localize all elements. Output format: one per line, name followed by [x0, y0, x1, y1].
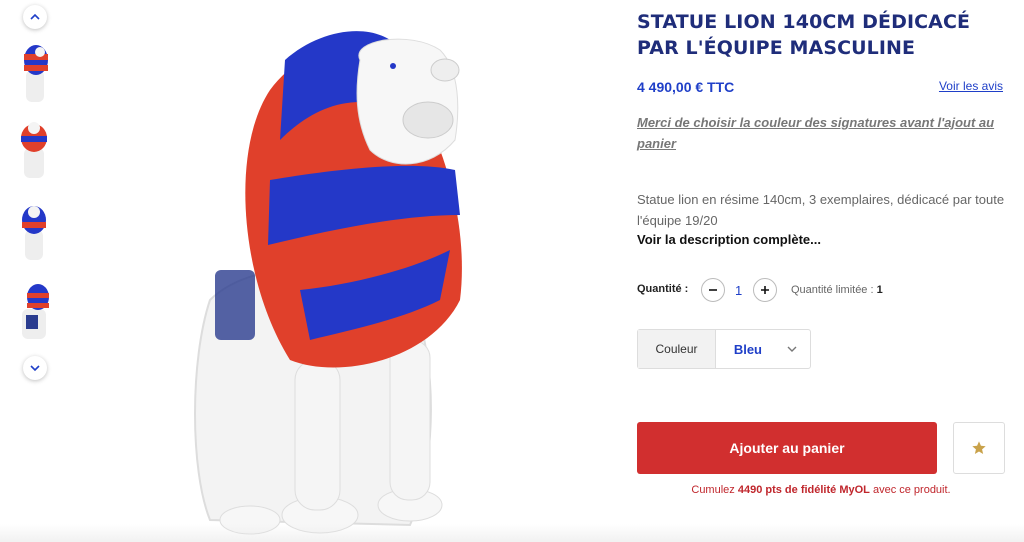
- full-description-link[interactable]: Voir la description complète...: [637, 232, 821, 247]
- quantity-increase-button[interactable]: [753, 278, 777, 302]
- product-title-line1: STATUE LION 140CM DÉDICACÉ: [637, 11, 971, 33]
- thumbnail-3[interactable]: [8, 196, 60, 266]
- quantity-value[interactable]: 1: [735, 283, 742, 298]
- chevron-down-icon: [30, 365, 40, 372]
- thumbnail-1[interactable]: [8, 38, 60, 108]
- plus-icon: [761, 286, 769, 294]
- thumbnail-2[interactable]: [8, 114, 60, 184]
- color-select-label: Couleur: [638, 330, 716, 368]
- quantity-limit-label: Quantité limitée :: [791, 284, 874, 296]
- color-choice-notice: Merci de choisir la couleur des signatur…: [637, 115, 995, 151]
- loyalty-suffix: avec ce produit.: [872, 484, 951, 496]
- quantity-limit-value: 1: [876, 284, 883, 296]
- product-description: Statue lion en résime 140cm, 3 exemplair…: [637, 192, 1005, 228]
- lion-thumbnail-image: [22, 284, 49, 339]
- quantity-limit: Quantité limitée : 1: [791, 284, 883, 296]
- thumbnail-scroll-up-button[interactable]: [23, 5, 47, 29]
- color-select-value: Bleu: [733, 341, 762, 357]
- thumbnail-gallery: [0, 0, 72, 542]
- loyalty-prefix: Cumulez: [691, 484, 735, 496]
- product-price: 4 490,00 € TTC: [637, 79, 735, 95]
- add-to-cart-button[interactable]: Ajouter au panier: [637, 422, 937, 474]
- chevron-up-icon: [30, 13, 40, 20]
- quantity-decrease-button[interactable]: [701, 278, 725, 302]
- product-main-image: [110, 0, 590, 542]
- star-icon: [972, 441, 986, 454]
- thumbnail-4[interactable]: [8, 277, 60, 347]
- color-select-toggle[interactable]: [774, 330, 810, 368]
- favorite-button[interactable]: [953, 422, 1005, 474]
- product-title-line2: PAR L'ÉQUIPE MASCULINE: [637, 37, 916, 59]
- quantity-label: Quantité :: [637, 283, 689, 295]
- thumbnail-scroll-down-button[interactable]: [23, 356, 47, 380]
- loyalty-points: 4490 pts de fidélité MyOL: [737, 484, 870, 496]
- product-title: STATUE LION 140CM DÉDICACÉ PAR L'ÉQUIPE …: [637, 9, 1009, 61]
- product-info-panel: STATUE LION 140CM DÉDICACÉ PAR L'ÉQUIPE …: [637, 0, 1009, 542]
- minus-icon: [709, 289, 717, 291]
- color-select[interactable]: Couleur Bleu: [637, 329, 811, 369]
- reviews-link[interactable]: Voir les avis: [939, 79, 1003, 93]
- chevron-down-icon: [787, 346, 797, 352]
- loyalty-points-message: Cumulez 4490 pts de fidélité MyOL avec c…: [637, 484, 1005, 496]
- lion-thumbnail-image: [24, 45, 48, 102]
- lion-thumbnail-image: [21, 122, 47, 178]
- lion-thumbnail-image: [22, 206, 46, 260]
- lion-statue-image: [194, 31, 462, 535]
